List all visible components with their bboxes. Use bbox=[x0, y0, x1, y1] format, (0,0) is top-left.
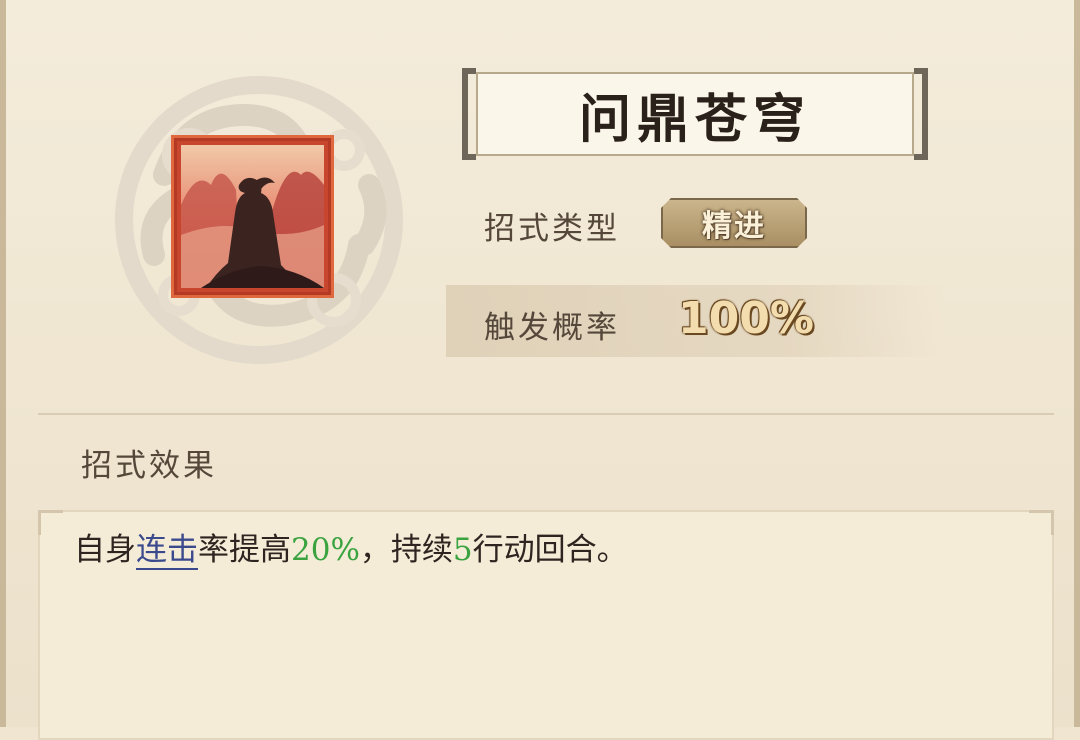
skill-portrait-icon bbox=[181, 145, 324, 288]
skill-name: 问鼎苍穹 bbox=[578, 88, 811, 150]
skill-detail-panel: 问鼎苍穹 招式类型 精进 触发概率 100% 招式效果 自身连击率提高20%，持… bbox=[0, 0, 1080, 740]
section-divider bbox=[38, 413, 1054, 415]
effect-text-segment: 行动回合。 bbox=[472, 532, 628, 568]
skill-type-badge: 精进 bbox=[661, 198, 807, 248]
skill-icon-frame bbox=[171, 135, 334, 298]
skill-type-label: 招式类型 bbox=[484, 211, 620, 247]
effect-text-segment: 率提高 bbox=[198, 532, 291, 568]
title-bracket-right bbox=[914, 68, 928, 160]
effect-text-segment: 自身 bbox=[74, 532, 136, 568]
trigger-probability-value: 100% bbox=[678, 293, 814, 344]
effect-description: 自身连击率提高20%，持续5行动回合。 bbox=[74, 524, 628, 570]
skill-title-banner: 问鼎苍穹 bbox=[462, 68, 928, 160]
title-bracket-left bbox=[462, 68, 476, 160]
keyword-link-combo[interactable]: 连击 bbox=[136, 532, 198, 570]
effect-heading: 招式效果 bbox=[81, 448, 217, 484]
effect-value-percent: 20% bbox=[291, 532, 360, 568]
effect-text-segment: ，持续 bbox=[359, 532, 453, 568]
effect-value-turns: 5 bbox=[452, 532, 473, 568]
trigger-probability-label: 触发概率 bbox=[484, 310, 620, 346]
